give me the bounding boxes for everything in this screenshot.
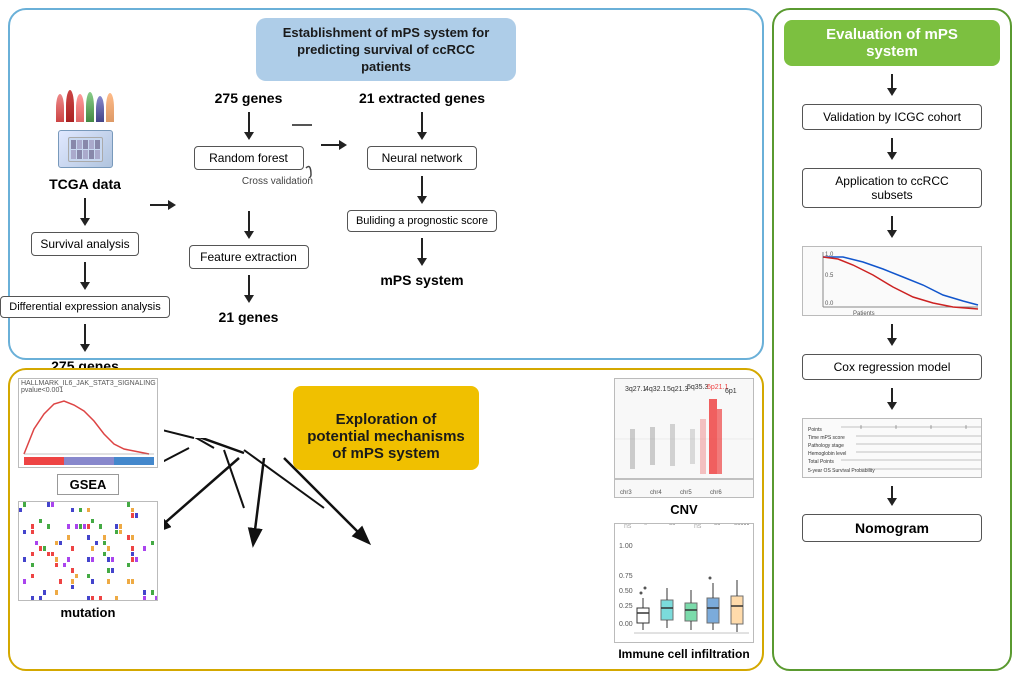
arrow-survival-diff — [80, 262, 90, 290]
svg-text:chr6: chr6 — [710, 490, 722, 496]
diff-exp-box: Differential expression analysis — [0, 296, 169, 318]
arrow-green-3 — [887, 216, 897, 238]
svg-text:5q35.3: 5q35.3 — [687, 384, 709, 391]
tcga-column: TCGA data Survival analysis Differentia — [20, 90, 150, 374]
prog-score-box: Buliding a prognostic score — [347, 210, 497, 232]
tcga-label: TCGA data — [49, 176, 121, 192]
svg-text:Hemoglobin level: Hemoglobin level — [808, 451, 846, 457]
immune-section: * ns ** ns ** ***** 1.00 0.75 0.50 0.25 — [614, 523, 754, 661]
immune-svg: * ns ** ns ** ***** 1.00 0.75 0.50 0.25 — [619, 523, 749, 638]
icgc-box: Validation by ICGC cohort — [802, 104, 982, 130]
mps-label: mPS system — [380, 272, 463, 288]
arrow-green-1 — [887, 74, 897, 96]
arrow-genes275-rf — [244, 112, 254, 140]
nn-box: Neural network — [367, 146, 477, 170]
svg-text:1.0: 1.0 — [825, 252, 834, 258]
curved-arrow-area — [176, 193, 321, 205]
svg-text:0.25: 0.25 — [619, 603, 633, 610]
arrow-nn-progscore — [417, 176, 427, 204]
svg-text:*****: ***** — [734, 523, 749, 530]
green-title: Evaluation of mPS system — [784, 20, 1000, 66]
center-section: Exploration of potential mechanisms of m… — [164, 378, 608, 661]
svg-text:ns: ns — [624, 523, 632, 530]
svg-text:Time mPS score: Time mPS score — [808, 435, 845, 441]
blue-box: Establishment of mPS system for predicti… — [8, 8, 764, 360]
gsea-subtitle: HALLMARK_IL6_JAK_STAT3_SIGNALING pvalue<… — [21, 380, 157, 394]
svg-text:**: ** — [714, 523, 720, 530]
cnv-section: 3q27.1 4q32.1 5q21.3 5q35.3 6p21.1 6p1 — [614, 378, 754, 517]
mutation-label: mutation — [61, 605, 116, 620]
cnv-label: CNV — [670, 502, 697, 517]
main-container: Establishment of mPS system for predicti… — [0, 0, 1020, 679]
genes-21-label: 21 genes — [219, 309, 279, 325]
immune-label: Immune cell infiltration — [618, 647, 749, 661]
arrow-green-2 — [887, 138, 897, 160]
people-icon — [56, 90, 114, 122]
survival-svg: 1.0 0.5 0.0 Patients — [803, 247, 982, 316]
arrow-tcga-survival — [80, 198, 90, 226]
cox-box: Cox regression model — [802, 354, 982, 380]
svg-text:chr5: chr5 — [680, 490, 692, 496]
green-box: Evaluation of mPS system Validation by I… — [772, 8, 1012, 671]
cnv-plot: 3q27.1 4q32.1 5q21.3 5q35.3 6p21.1 6p1 — [614, 378, 754, 498]
arrow-feature-21genes — [244, 275, 254, 303]
genes-21-top: 21 extracted genes — [359, 90, 485, 106]
arrow-progscore-mps — [417, 238, 427, 266]
arrow-green-4 — [887, 324, 897, 346]
right-section: Evaluation of mPS system Validation by I… — [772, 8, 1012, 671]
arrow-21genes-nn — [417, 112, 427, 140]
svg-text:5q21.3: 5q21.3 — [667, 386, 689, 393]
arrow-diff-genes — [80, 324, 90, 352]
svg-text:0.50: 0.50 — [619, 588, 633, 595]
svg-text:ns: ns — [694, 523, 702, 530]
svg-text:Patients: Patients — [853, 311, 875, 316]
svg-text:Total Points: Total Points — [808, 459, 834, 465]
left-panels: HALLMARK_IL6_JAK_STAT3_SIGNALING pvalue<… — [18, 378, 158, 661]
survival-curve-plot: 1.0 0.5 0.0 Patients — [802, 246, 982, 316]
svg-text:chr4: chr4 — [650, 490, 662, 496]
nn-column: 21 extracted genes Neural network Bulidi — [347, 90, 497, 288]
nomogram-box: Nomogram — [802, 514, 982, 542]
svg-text:Points: Points — [808, 427, 822, 433]
svg-text:chr3: chr3 — [620, 490, 632, 496]
blue-box-content: TCGA data Survival analysis Differentia — [20, 90, 752, 348]
svg-text:Pathology stage: Pathology stage — [808, 443, 844, 449]
svg-text:0.0: 0.0 — [825, 301, 834, 307]
arrow-green-5 — [887, 388, 897, 410]
svg-text:0.5: 0.5 — [825, 273, 834, 279]
svg-text:**: ** — [669, 523, 675, 530]
nomogram-svg: Points Time mPS score Pathology stage He… — [806, 422, 982, 474]
svg-text:6p1: 6p1 — [725, 388, 737, 395]
svg-text:1.00: 1.00 — [619, 543, 633, 550]
blue-box-title: Establishment of mPS system for predicti… — [256, 18, 516, 81]
arrow-green-6 — [887, 486, 897, 506]
cnv-svg: 3q27.1 4q32.1 5q21.3 5q35.3 6p21.1 6p1 — [615, 379, 754, 498]
yellow-box: HALLMARK_IL6_JAK_STAT3_SIGNALING pvalue<… — [8, 368, 764, 671]
svg-text:3q27.1: 3q27.1 — [625, 386, 647, 393]
svg-text:0.75: 0.75 — [619, 573, 633, 580]
right-panels: 3q27.1 4q32.1 5q21.3 5q35.3 6p21.1 6p1 — [614, 378, 754, 661]
back-arrow-svg — [196, 163, 316, 178]
arrow-col2-col3 — [321, 90, 347, 150]
svg-text:0.00: 0.00 — [619, 621, 633, 628]
mutation-heatmap: (function() { const colors = ['#e44','#4… — [18, 501, 158, 601]
immune-plot: * ns ** ns ** ***** 1.00 0.75 0.50 0.25 — [614, 523, 754, 643]
genes-275-top: 275 genes — [215, 90, 283, 106]
svg-text:*: * — [644, 523, 647, 530]
back-arrow — [292, 124, 312, 126]
mutation-section: (function() { const colors = ['#e44','#4… — [18, 501, 158, 620]
feature-box: Feature extraction — [189, 245, 309, 269]
arrow-rf-feature — [244, 211, 254, 239]
arrow-col1-col2 — [150, 90, 176, 210]
left-section: Establishment of mPS system for predicti… — [8, 8, 764, 671]
rf-column: 275 genes Random forest — [176, 90, 321, 325]
yellow-title: Exploration of potential mechanisms of m… — [293, 386, 479, 470]
gsea-plot: HALLMARK_IL6_JAK_STAT3_SIGNALING pvalue<… — [18, 378, 158, 468]
chip-icon — [58, 130, 113, 168]
svg-text:4q32.1: 4q32.1 — [645, 386, 667, 393]
gsea-label-box: GSEA — [57, 474, 120, 495]
subsets-box: Application to ccRCC subsets — [802, 168, 982, 208]
survival-box: Survival analysis — [31, 232, 138, 256]
nomogram-plot: Points Time mPS score Pathology stage He… — [802, 418, 982, 478]
